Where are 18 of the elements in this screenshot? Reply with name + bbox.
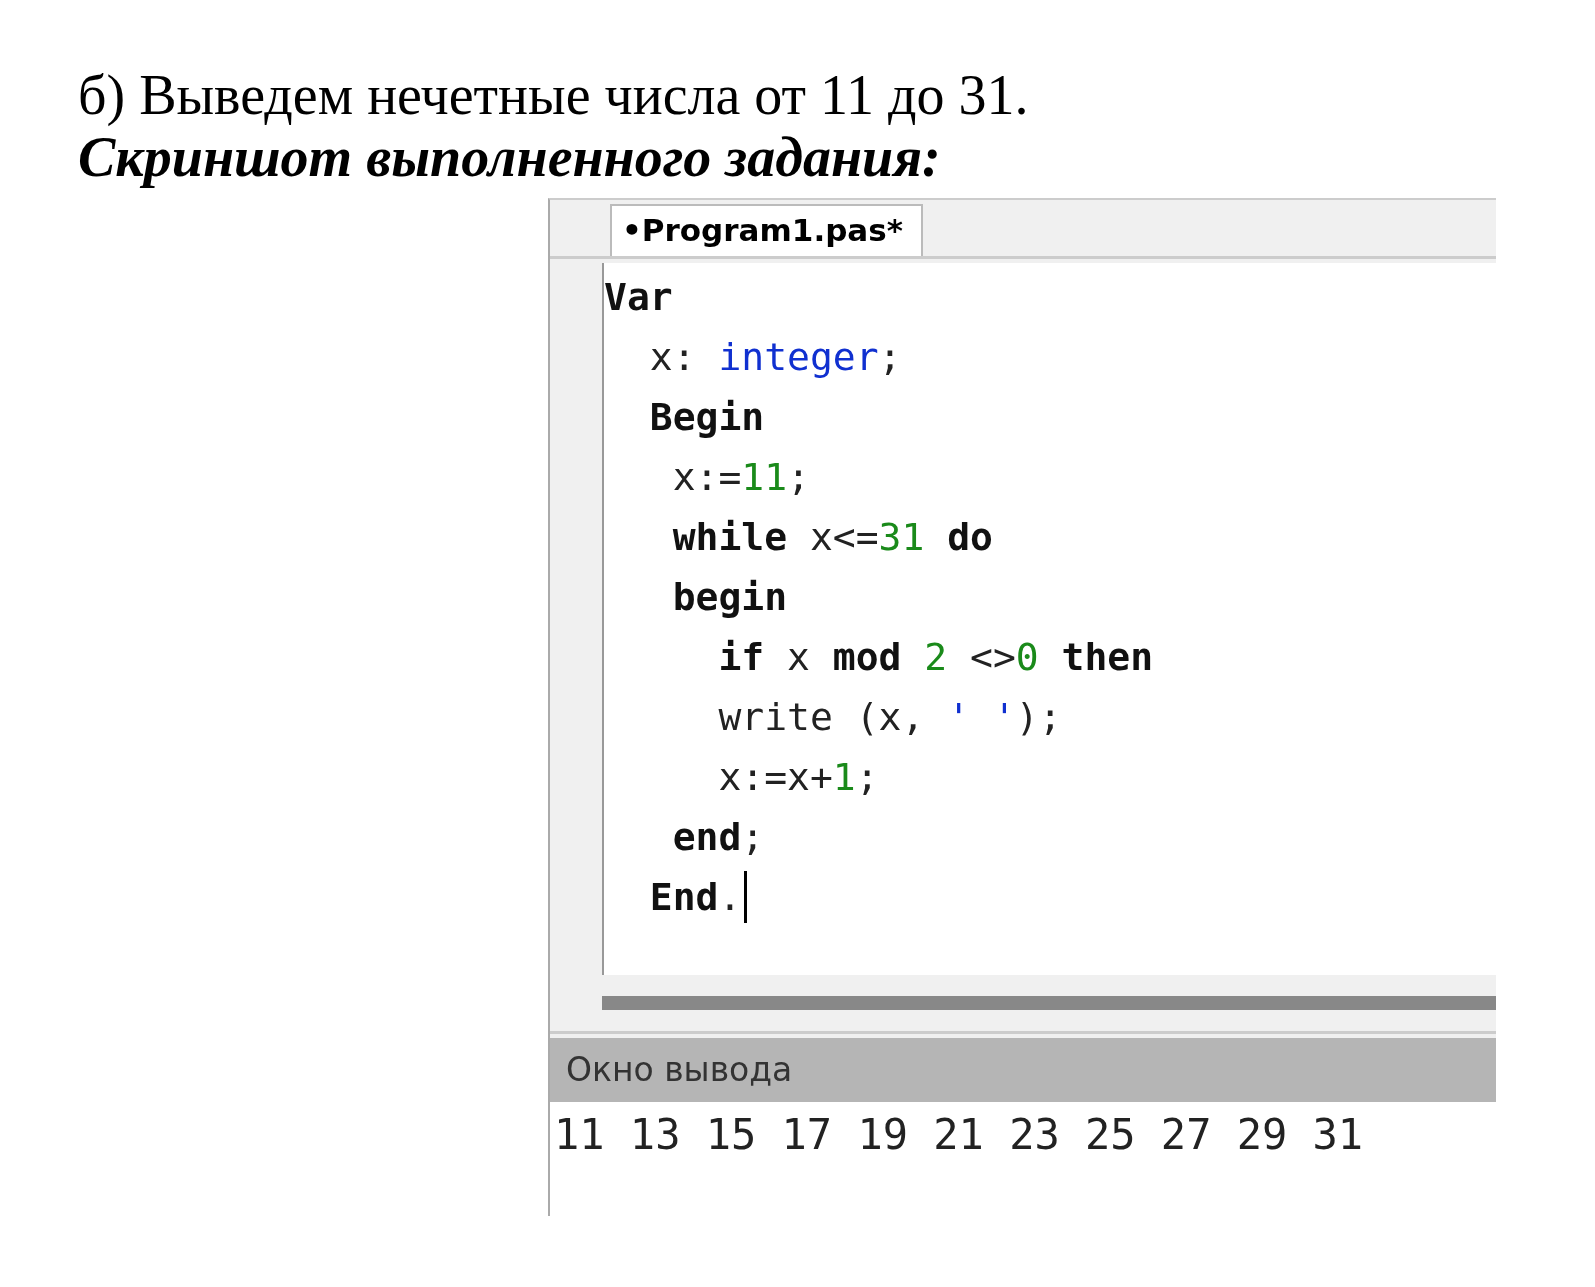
exercise-heading: б) Выведем нечетные числа от 11 до 31. [78, 64, 1029, 126]
output-panel-header: Окно вывода [550, 1038, 1496, 1102]
code-line: Var [604, 275, 673, 319]
code-line: begin [671, 575, 788, 619]
code-line: Begin [648, 395, 765, 439]
code-line: write (x, ' '); [717, 695, 1062, 739]
file-tab[interactable]: •Program1.pas* [610, 204, 923, 256]
code-line: x:=x+1; [717, 755, 879, 799]
code-line: x:=11; [671, 455, 810, 499]
code-line: while x<=31 do [671, 515, 993, 559]
code-line: End. [648, 875, 742, 919]
code-line: end; [671, 815, 765, 859]
horizontal-scrollbar[interactable] [602, 996, 1496, 1010]
code-line: x: integer; [648, 335, 902, 379]
output-text: 11 13 15 17 19 21 23 25 27 29 31 [550, 1102, 1496, 1216]
code-line: if x mod 2 <>0 then [717, 635, 1154, 679]
exercise-subheading: Скриншот выполненного задания: [78, 126, 941, 188]
text-cursor [744, 871, 748, 923]
